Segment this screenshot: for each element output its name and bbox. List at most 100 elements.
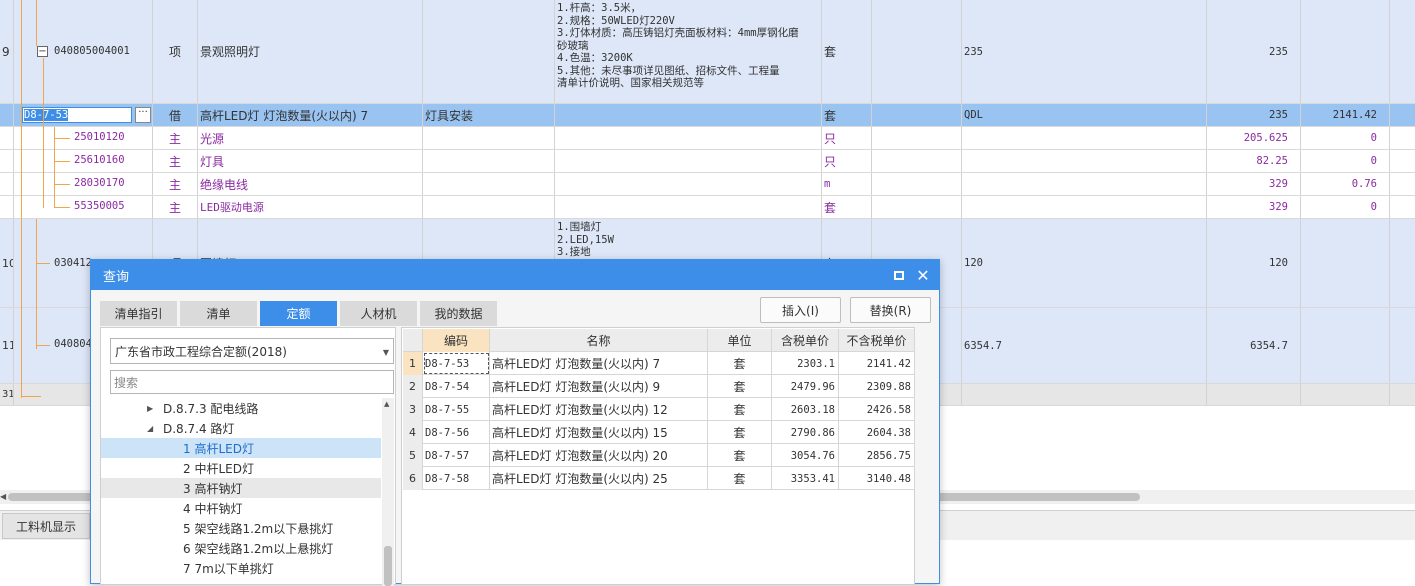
tree-node[interactable]: ◢ D.8.7.4 路灯	[101, 418, 381, 438]
insert-button[interactable]: 插入(I)	[760, 297, 841, 323]
tax-price-cell: 2790.86	[772, 421, 839, 444]
qty-expr-cell	[962, 127, 1207, 149]
code-edit-cell[interactable]: D8-7-53 ···	[14, 104, 153, 126]
tab-bill-guide[interactable]: 清单指引	[100, 301, 177, 326]
name-cell: LED驱动电源	[198, 196, 423, 218]
code-cell[interactable]: − 040805004001	[14, 0, 153, 103]
scroll-left-icon[interactable]: ◀	[0, 492, 6, 501]
tree-leaf[interactable]: 5 架空线路1.2m以下悬挑灯	[101, 518, 381, 538]
work-cell	[423, 0, 555, 103]
scrollbar-thumb[interactable]	[384, 546, 392, 586]
code-input[interactable]: D8-7-53	[22, 107, 132, 123]
unit-cell: 套	[822, 104, 872, 126]
tab-labor-material[interactable]: 人材机	[340, 301, 417, 326]
table-header-row: 编码 名称 单位 含税单价 不含税单价	[403, 329, 915, 352]
row-number: 10	[0, 219, 14, 307]
close-icon[interactable]: ✕	[915, 266, 931, 285]
table-row[interactable]: 55350005 主 LED驱动电源 套 329 0	[0, 196, 1415, 219]
tab-quota[interactable]: 定额	[260, 301, 337, 326]
quota-table: 编码 名称 单位 含税单价 不含税单价 1 D8-7-53 高杆LED灯 灯泡数…	[401, 327, 915, 585]
unit-cell: 套	[708, 444, 772, 467]
table-row[interactable]: 25010120 主 光源 只 205.625 0	[0, 127, 1415, 150]
feature-cell: 1.杆高：3.5米， 2.规格：50WLED灯220V 3.灯体材质：高压铸铝灯…	[555, 0, 822, 103]
name-cell: 绝缘电线	[198, 173, 423, 195]
dialog-title-bar[interactable]: 查询 ✕	[91, 260, 939, 290]
table-row[interactable]: 6 D8-7-58 高杆LED灯 灯泡数量(火以内) 25 套 3353.41 …	[403, 467, 915, 490]
tab-material-display[interactable]: 工料机显示	[2, 513, 90, 539]
tax-price-cell: 3353.41	[772, 467, 839, 490]
header-notax-price[interactable]: 不含税单价	[839, 329, 915, 352]
feature-line: 砂玻璃	[557, 39, 589, 52]
table-row-selected[interactable]: D8-7-53 ··· 借 高杆LED灯 灯泡数量(火以内) 7 灯具安装 套 …	[0, 104, 1415, 127]
tree-leaf[interactable]: 4 中杆钠灯	[101, 498, 381, 518]
table-row[interactable]: 25610160 主 灯具 只 82.25 0	[0, 150, 1415, 173]
code-cell[interactable]: 55350005	[14, 196, 153, 218]
tree-node-label: D.8.7.3 配电线路	[163, 401, 259, 416]
row-number	[0, 150, 14, 172]
tree-leaf[interactable]: 6 架空线路1.2m以上悬挑灯	[101, 538, 381, 558]
search-input[interactable]: 搜索	[110, 370, 394, 394]
header-unit[interactable]: 单位	[708, 329, 772, 352]
work-cell	[423, 173, 555, 195]
type-cell: 主	[153, 127, 198, 149]
code-text: 25010120	[74, 131, 125, 143]
tax-price-cell: 3054.76	[772, 444, 839, 467]
tree-leaf[interactable]: 3 高杆钠灯	[101, 478, 381, 498]
code-text: 25610160	[74, 154, 125, 166]
header-code[interactable]: 编码	[423, 329, 490, 352]
tree-line	[21, 396, 41, 397]
feature-line: 3.接地	[557, 246, 591, 258]
tree-line	[54, 138, 70, 139]
table-row[interactable]: 1 D8-7-53 高杆LED灯 灯泡数量(火以内) 7 套 2303.1 21…	[403, 352, 915, 375]
code-cell[interactable]: D8-7-53	[423, 352, 490, 375]
tree-node-label: 4 中杆钠灯	[183, 501, 243, 516]
header-tax-price[interactable]: 含税单价	[772, 329, 839, 352]
tab-my-data[interactable]: 我的数据	[420, 301, 497, 326]
tree-node[interactable]: ▶ D.8.7.3 配电线路	[101, 398, 381, 418]
chevron-down-icon[interactable]: ◢	[147, 424, 153, 433]
table-row[interactable]: 9 − 040805004001 项 景观照明灯 1.杆高：3.5米， 2.规格…	[0, 0, 1415, 104]
code-cell[interactable]: 25010120	[14, 127, 153, 149]
table-row[interactable]: 2 D8-7-54 高杆LED灯 灯泡数量(火以内) 9 套 2479.96 2…	[403, 375, 915, 398]
maximize-icon[interactable]	[891, 267, 907, 283]
empty-cell	[872, 150, 962, 172]
more-icon[interactable]: ···	[135, 107, 151, 123]
code-cell[interactable]: 28030170	[14, 173, 153, 195]
type-cell: 主	[153, 196, 198, 218]
replace-button[interactable]: 替换(R)	[850, 297, 931, 323]
notax-price-cell: 2856.75	[839, 444, 915, 467]
code-text: 55350005	[74, 200, 125, 212]
code-text: 040805004001	[54, 45, 130, 57]
unit-cell: 套	[708, 375, 772, 398]
feature-cell	[555, 150, 822, 172]
tree-leaf[interactable]: 2 中杆LED灯	[101, 458, 381, 478]
code-cell[interactable]: D8-7-54	[423, 375, 490, 398]
empty-cell	[872, 173, 962, 195]
code-cell[interactable]: D8-7-58	[423, 467, 490, 490]
code-cell[interactable]: D8-7-55	[423, 398, 490, 421]
tree-scrollbar[interactable]: ▲	[382, 398, 394, 586]
name-cell: 灯具	[198, 150, 423, 172]
chevron-down-icon[interactable]: ▼	[383, 348, 389, 357]
row-number: 3	[403, 398, 423, 421]
header-name[interactable]: 名称	[490, 329, 708, 352]
qty-expr-cell: QDL	[962, 104, 1207, 126]
code-cell[interactable]: D8-7-56	[423, 421, 490, 444]
code-cell[interactable]: D8-7-57	[423, 444, 490, 467]
collapse-icon[interactable]: −	[37, 46, 48, 57]
row-number: 4	[403, 421, 423, 444]
qty-expr-cell: 6354.7	[962, 308, 1207, 383]
tree-leaf-selected[interactable]: 1 高杆LED灯	[101, 438, 381, 458]
tab-bill[interactable]: 清单	[180, 301, 257, 326]
table-row[interactable]: 3 D8-7-55 高杆LED灯 灯泡数量(火以内) 12 套 2603.18 …	[403, 398, 915, 421]
tree-leaf[interactable]: 7 7m以下单挑灯	[101, 558, 381, 578]
row-number: 9	[0, 0, 14, 103]
code-cell[interactable]: 25610160	[14, 150, 153, 172]
scroll-up-icon[interactable]: ▲	[384, 400, 389, 408]
table-row[interactable]: 5 D8-7-57 高杆LED灯 灯泡数量(火以内) 20 套 3054.76 …	[403, 444, 915, 467]
table-row[interactable]: 28030170 主 绝缘电线 m 329 0.76	[0, 173, 1415, 196]
chevron-right-icon[interactable]: ▶	[147, 404, 153, 413]
library-select[interactable]: 广东省市政工程综合定额(2018) ▼	[110, 338, 394, 364]
feature-line: 2.规格：50WLED灯220V	[557, 14, 675, 27]
table-row[interactable]: 4 D8-7-56 高杆LED灯 灯泡数量(火以内) 15 套 2790.86 …	[403, 421, 915, 444]
